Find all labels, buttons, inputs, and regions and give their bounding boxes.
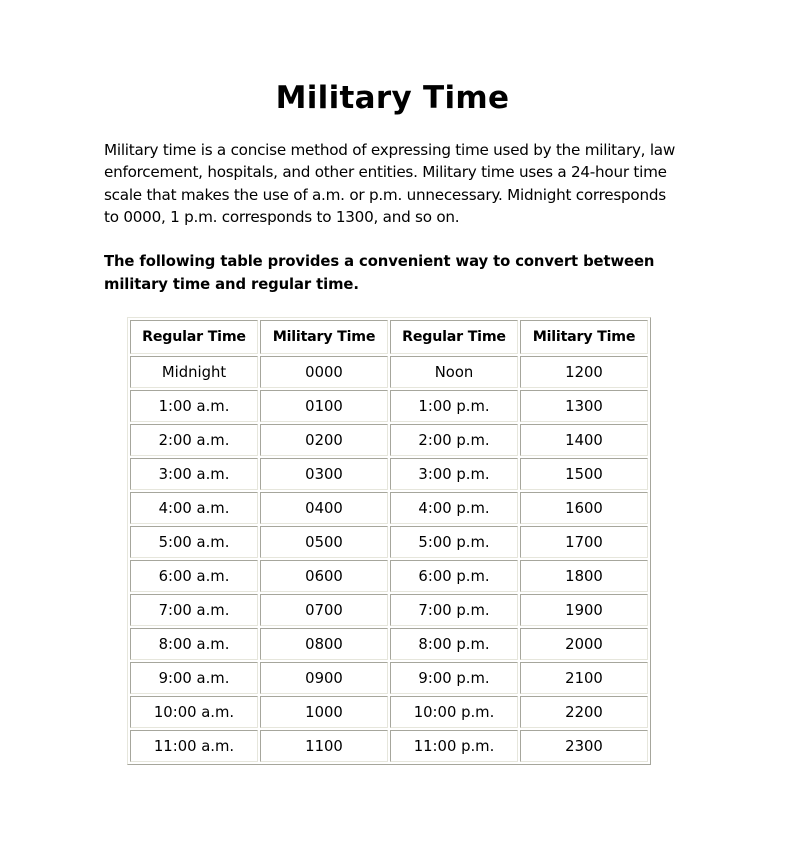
regular-time-pm-cell: 7:00 p.m. <box>390 594 518 626</box>
regular-time-pm-cell: 6:00 p.m. <box>390 560 518 592</box>
regular-time-pm-cell: 4:00 p.m. <box>390 492 518 524</box>
regular-time-am-cell: 10:00 a.m. <box>130 696 258 728</box>
regular-time-am-cell: 2:00 a.m. <box>130 424 258 456</box>
military-time-am-cell: 0000 <box>260 356 388 388</box>
intro-paragraph: Military time is a concise method of exp… <box>104 141 676 226</box>
regular-time-pm-cell: 10:00 p.m. <box>390 696 518 728</box>
military-time-pm-cell: 1400 <box>520 424 648 456</box>
table-row: 11:00 a.m. 1100 11:00 p.m. 2300 <box>130 730 648 762</box>
military-time-am-cell: 0100 <box>260 390 388 422</box>
military-time-pm-cell: 1900 <box>520 594 648 626</box>
regular-time-pm-cell: 3:00 p.m. <box>390 458 518 490</box>
table-row: 10:00 a.m. 1000 10:00 p.m. 2200 <box>130 696 648 728</box>
military-time-am-cell: 0800 <box>260 628 388 660</box>
table-row: 3:00 a.m. 0300 3:00 p.m. 1500 <box>130 458 648 490</box>
military-time-am-cell: 0200 <box>260 424 388 456</box>
table-row: 4:00 a.m. 0400 4:00 p.m. 1600 <box>130 492 648 524</box>
military-time-pm-cell: 1300 <box>520 390 648 422</box>
header-military-time-am: Military Time <box>260 320 388 354</box>
military-time-pm-cell: 2300 <box>520 730 648 762</box>
military-time-pm-cell: 1500 <box>520 458 648 490</box>
military-time-pm-cell: 2200 <box>520 696 648 728</box>
regular-time-pm-cell: 8:00 p.m. <box>390 628 518 660</box>
table-row: Midnight 0000 Noon 1200 <box>130 356 648 388</box>
regular-time-am-cell: 8:00 a.m. <box>130 628 258 660</box>
regular-time-am-cell: 1:00 a.m. <box>130 390 258 422</box>
military-time-pm-cell: 1600 <box>520 492 648 524</box>
regular-time-am-cell: 3:00 a.m. <box>130 458 258 490</box>
regular-time-am-cell: 11:00 a.m. <box>130 730 258 762</box>
military-time-am-cell: 1100 <box>260 730 388 762</box>
conversion-table: Regular Time Military Time Regular Time … <box>127 317 651 765</box>
regular-time-pm-cell: 1:00 p.m. <box>390 390 518 422</box>
military-time-pm-cell: 1200 <box>520 356 648 388</box>
military-time-am-cell: 0600 <box>260 560 388 592</box>
table-header-row: Regular Time Military Time Regular Time … <box>130 320 648 354</box>
regular-time-am-cell: 6:00 a.m. <box>130 560 258 592</box>
table-body: Midnight 0000 Noon 1200 1:00 a.m. 0100 1:00 p.… <box>130 356 648 762</box>
header-regular-time-pm: Regular Time <box>390 320 518 354</box>
military-time-am-cell: 0500 <box>260 526 388 558</box>
regular-time-pm-cell: 5:00 p.m. <box>390 526 518 558</box>
regular-time-am-cell: 9:00 a.m. <box>130 662 258 694</box>
table-row: 8:00 a.m. 0800 8:00 p.m. 2000 <box>130 628 648 660</box>
header-regular-time-am: Regular Time <box>130 320 258 354</box>
military-time-pm-cell: 2000 <box>520 628 648 660</box>
table-row: 1:00 a.m. 0100 1:00 p.m. 1300 <box>130 390 648 422</box>
table-row: 6:00 a.m. 0600 6:00 p.m. 1800 <box>130 560 648 592</box>
regular-time-am-cell: 5:00 a.m. <box>130 526 258 558</box>
military-time-pm-cell: 1800 <box>520 560 648 592</box>
table-row: 2:00 a.m. 0200 2:00 p.m. 1400 <box>130 424 648 456</box>
regular-time-pm-cell: 2:00 p.m. <box>390 424 518 456</box>
regular-time-am-cell: Midnight <box>130 356 258 388</box>
military-time-am-cell: 1000 <box>260 696 388 728</box>
table-row: 9:00 a.m. 0900 9:00 p.m. 2100 <box>130 662 648 694</box>
table-intro-paragraph: The following table provides a convenien… <box>104 253 655 293</box>
military-time-pm-cell: 1700 <box>520 526 648 558</box>
military-time-am-cell: 0700 <box>260 594 388 626</box>
table-row: 7:00 a.m. 0700 7:00 p.m. 1900 <box>130 594 648 626</box>
military-time-am-cell: 0900 <box>260 662 388 694</box>
regular-time-pm-cell: 11:00 p.m. <box>390 730 518 762</box>
regular-time-pm-cell: 9:00 p.m. <box>390 662 518 694</box>
military-time-pm-cell: 2100 <box>520 662 648 694</box>
page-title: Military Time <box>275 80 510 116</box>
regular-time-pm-cell: Noon <box>390 356 518 388</box>
regular-time-am-cell: 7:00 a.m. <box>130 594 258 626</box>
military-time-am-cell: 0400 <box>260 492 388 524</box>
regular-time-am-cell: 4:00 a.m. <box>130 492 258 524</box>
table-row: 5:00 a.m. 0500 5:00 p.m. 1700 <box>130 526 648 558</box>
header-military-time-pm: Military Time <box>520 320 648 354</box>
military-time-am-cell: 0300 <box>260 458 388 490</box>
